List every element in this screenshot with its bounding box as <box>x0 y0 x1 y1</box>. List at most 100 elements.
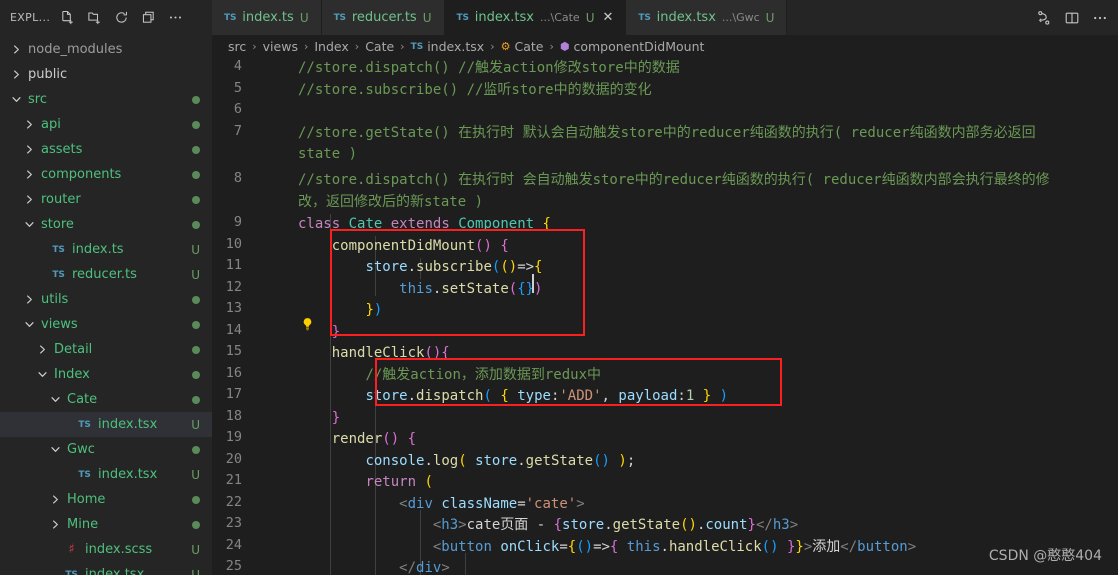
git-modified-dot <box>192 495 200 504</box>
breadcrumb-item[interactable]: Index <box>314 39 348 54</box>
tree-item-label: index.tsx <box>98 417 158 432</box>
tree-item-label: index.tsx <box>85 567 145 575</box>
quick-fix-lightbulb-icon[interactable] <box>300 317 314 331</box>
source-control-icon[interactable] <box>1035 9 1052 26</box>
tab-filename: index.tsx <box>474 10 534 25</box>
tree-item-index[interactable]: Index <box>0 362 212 387</box>
tree-item-store[interactable]: store <box>0 212 212 237</box>
tree-item-index-scss[interactable]: ♯ index.scss U <box>0 537 212 562</box>
chevron-right-icon: › <box>354 40 360 53</box>
new-file-icon[interactable] <box>58 9 76 27</box>
tree-item-index-tsx[interactable]: TS index.tsx U <box>0 562 212 575</box>
line-number: 7 <box>233 122 242 139</box>
breadcrumb-item[interactable]: views <box>263 39 298 54</box>
tab-path: ...\Gwc <box>721 11 760 24</box>
code-line: handleClick(){ <box>331 345 450 361</box>
git-status-badge: U <box>191 417 200 432</box>
tree-item-home[interactable]: Home <box>0 487 212 512</box>
tree-item-label: public <box>28 67 68 82</box>
close-icon[interactable]: ✕ <box>603 11 614 24</box>
chevron-right-icon: › <box>549 40 554 53</box>
tab-git-status: U <box>299 10 309 25</box>
tree-item-label: Home <box>67 492 106 507</box>
chevron-right-icon <box>47 492 63 508</box>
chevron-down-icon <box>47 442 63 458</box>
breadcrumb-label: componentDidMount <box>573 39 705 54</box>
breadcrumb-item[interactable]: TS index.tsx <box>411 39 485 54</box>
refresh-icon[interactable] <box>112 9 130 27</box>
tree-item-api[interactable]: api <box>0 112 212 137</box>
more-actions-icon[interactable] <box>166 9 184 27</box>
breadcrumb-label: Cate <box>514 39 544 54</box>
collapse-all-icon[interactable] <box>139 9 157 27</box>
chevron-right-icon <box>21 142 37 158</box>
git-modified-dot <box>192 520 200 529</box>
tree-item-index-ts[interactable]: TS index.ts U <box>0 237 212 262</box>
chevron-right-icon <box>21 292 37 308</box>
line-number: 17 <box>225 386 242 402</box>
explorer-title: EXPL... <box>10 11 51 24</box>
tree-item-gwc[interactable]: Gwc <box>0 437 212 462</box>
explorer-actions <box>58 9 184 27</box>
code-editor[interactable]: 4 5 6 7 8 9 10 11 12 13 14 15 16 17 18 19 20 21 22 23 24 25 /… <box>212 58 1118 575</box>
tabs-container: TS index.ts U TS reducer.ts U TS index.tsx ...\C… <box>212 0 788 35</box>
editor-tab[interactable]: TS index.ts U <box>212 0 322 35</box>
line-number: 20 <box>225 450 242 467</box>
editor-tab[interactable]: TS index.tsx ...\Cate U ✕ <box>444 0 627 35</box>
git-modified-dot <box>192 445 200 454</box>
editor-tab-bar: TS index.ts U TS reducer.ts U TS index.tsx ...\C… <box>212 0 1118 35</box>
tree-item-label: Index <box>54 367 90 382</box>
code-line: store.dispatch( { type:'ADD', payload:1 … <box>365 388 729 404</box>
code-line: console.log( store.getState() ); <box>365 452 636 469</box>
method-symbol-icon: ⬢ <box>559 40 570 53</box>
more-editor-actions-icon[interactable] <box>1091 9 1108 26</box>
breadcrumb-item[interactable]: Cate <box>365 39 394 54</box>
breadcrumb-label: index.tsx <box>427 39 485 54</box>
tree-item-router[interactable]: router <box>0 187 212 212</box>
typescript-file-icon: TS <box>224 12 237 23</box>
git-modified-dot <box>192 145 200 154</box>
tree-item-label: src <box>28 92 47 107</box>
vscode-window: EXPL... node_modules public src api asse… <box>0 0 1118 575</box>
new-folder-icon[interactable] <box>85 9 103 27</box>
code-content[interactable]: //store.dispatch() //触发action修改store中的数据… <box>286 58 1118 575</box>
tree-item-detail[interactable]: Detail <box>0 337 212 362</box>
tree-item-assets[interactable]: assets <box>0 137 212 162</box>
git-modified-dot <box>192 295 200 304</box>
breadcrumb-item[interactable]: ⚙ Cate <box>501 39 544 54</box>
tree-item-src[interactable]: src <box>0 87 212 112</box>
tree-item-index-tsx[interactable]: TS index.tsx U <box>0 412 212 437</box>
breadcrumb: src › views › Index › Cate › TS index.tsx › ⚙ Cate › ⬢… <box>212 35 1118 58</box>
line-number: 15 <box>225 343 242 359</box>
code-line: store.subscribe(()=>{ <box>365 259 543 275</box>
tree-item-index-tsx[interactable]: TS index.tsx U <box>0 462 212 487</box>
tree-item-utils[interactable]: utils <box>0 287 212 312</box>
chevron-down-icon <box>47 392 63 408</box>
tree-item-components[interactable]: components <box>0 162 212 187</box>
breadcrumb-item[interactable]: src <box>228 39 246 54</box>
tree-item-reducer-ts[interactable]: TS reducer.ts U <box>0 262 212 287</box>
editor-tab[interactable]: TS reducer.ts U <box>321 0 445 35</box>
tree-item-mine[interactable]: Mine <box>0 512 212 537</box>
split-editor-icon[interactable] <box>1063 9 1080 26</box>
tree-item-label: store <box>41 217 74 232</box>
breadcrumb-item[interactable]: ⬢ componentDidMount <box>560 39 705 54</box>
tree-item-label: api <box>41 117 61 132</box>
editor-toolbar <box>1031 0 1118 35</box>
editor-tab[interactable]: TS index.tsx ...\Gwc U <box>626 0 788 35</box>
tree-item-label: reducer.ts <box>72 267 137 282</box>
tree-item-node-modules[interactable]: node_modules <box>0 37 212 62</box>
code-line: //store.dispatch() 在执行时 会自动触发store中的redu… <box>298 172 1050 188</box>
chevron-down-icon <box>8 92 24 108</box>
typescript-file-icon: TS <box>78 419 91 430</box>
tab-git-status: U <box>765 10 775 25</box>
tree-item-views[interactable]: views <box>0 312 212 337</box>
tree-item-cate[interactable]: Cate <box>0 387 212 412</box>
tree-item-label: views <box>41 317 78 332</box>
line-number: 16 <box>225 364 242 381</box>
tab-filename: index.ts <box>242 10 294 25</box>
tree-item-public[interactable]: public <box>0 62 212 87</box>
